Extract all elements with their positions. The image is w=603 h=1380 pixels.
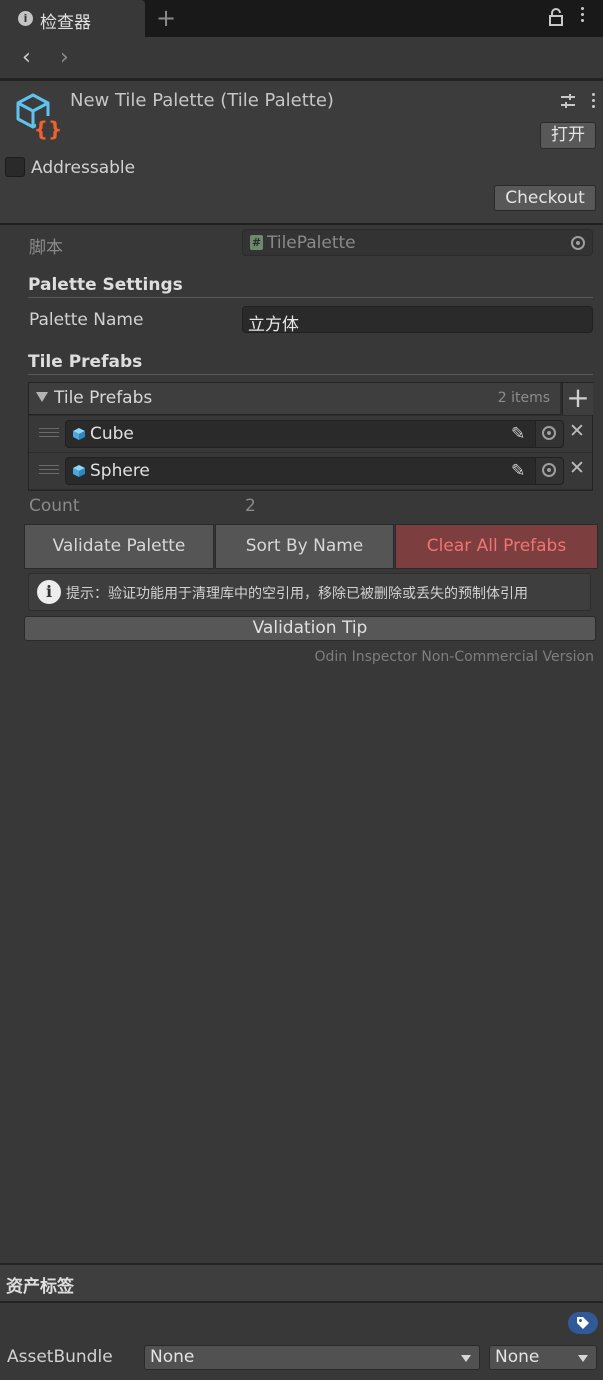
sort-by-name-button[interactable]: Sort By Name <box>215 524 394 569</box>
svg-text:{}: {} <box>34 117 62 140</box>
addressable-checkbox[interactable] <box>5 157 25 177</box>
script-label: 脚本 <box>29 238 63 258</box>
prefab-object-field[interactable]: Sphere ✎ <box>65 457 564 485</box>
list-item: Sphere ✎ ✕ <box>29 453 592 490</box>
section-divider <box>28 374 593 375</box>
tab-title: 检查器 <box>40 13 91 33</box>
object-picker-icon <box>542 463 556 477</box>
tag-icon[interactable] <box>568 1312 598 1334</box>
palette-name-value: 立方体 <box>248 315 299 335</box>
count-value: 2 <box>245 496 256 516</box>
section-divider <box>28 297 593 298</box>
prefab-object-field[interactable]: Cube ✎ <box>65 420 564 448</box>
checkout-button[interactable]: Checkout <box>494 185 596 211</box>
asset-labels-header[interactable]: 资产标签 <box>0 1263 603 1303</box>
list-count: 2 items <box>497 390 550 406</box>
palette-name-label: Palette Name <box>29 310 144 330</box>
info-icon: i <box>18 11 33 26</box>
open-button[interactable]: 打开 <box>540 122 596 149</box>
variant-dropdown[interactable]: None <box>489 1345 597 1370</box>
foldout-arrow-icon[interactable] <box>36 392 48 402</box>
remove-item-icon[interactable]: ✕ <box>569 457 585 479</box>
prefab-name: Sphere <box>90 461 150 481</box>
asset-title: New Tile Palette (Tile Palette) <box>70 90 334 111</box>
info-text: 提示：验证功能用于清理库中的空引用，移除已被删除或丢失的预制体引用 <box>66 586 528 602</box>
object-picker-icon[interactable] <box>571 236 585 250</box>
prefab-cube-icon <box>73 428 85 440</box>
script-icon: # <box>250 235 263 250</box>
assetbundle-value: None <box>150 1347 195 1367</box>
script-field[interactable]: # TilePalette <box>242 229 593 256</box>
list-header[interactable]: Tile Prefabs 2 items <box>29 383 560 415</box>
info-icon: i <box>37 580 61 604</box>
palette-name-input[interactable]: 立方体 <box>242 306 593 335</box>
object-picker-button[interactable] <box>535 421 563 447</box>
tab-inspector[interactable]: i 检查器 <box>0 0 145 37</box>
dropdown-arrow-icon <box>461 1355 471 1362</box>
addressable-label: Addressable <box>31 158 136 178</box>
header-menu-icon[interactable] <box>589 93 597 113</box>
back-button[interactable]: ‹ <box>22 45 31 70</box>
preset-settings-icon[interactable] <box>560 93 576 109</box>
inspector-header: {} New Tile Palette (Tile Palette) 打开 Ad… <box>0 81 603 223</box>
edit-pencil-icon[interactable]: ✎ <box>511 461 525 481</box>
divider <box>0 223 603 225</box>
assetbundle-dropdown[interactable]: None <box>144 1345 480 1370</box>
tab-bar: i 检查器 + <box>0 0 603 37</box>
clear-all-prefabs-button[interactable]: Clear All Prefabs <box>395 524 598 569</box>
object-picker-button[interactable] <box>535 458 563 484</box>
remove-item-icon[interactable]: ✕ <box>569 420 585 442</box>
forward-button[interactable]: › <box>60 45 69 70</box>
list-title: Tile Prefabs <box>54 388 153 408</box>
asset-labels-title: 资产标签 <box>6 1277 74 1297</box>
tile-palette-asset-icon: {} <box>16 93 62 140</box>
odin-notice: Odin Inspector Non-Commercial Version <box>314 649 594 665</box>
add-item-button[interactable]: + <box>562 383 593 415</box>
tile-prefabs-title: Tile Prefabs <box>28 352 143 372</box>
script-value: TilePalette <box>267 233 356 253</box>
drag-handle-icon[interactable] <box>39 465 59 477</box>
dropdown-arrow-icon <box>578 1355 588 1362</box>
info-box: i 提示：验证功能用于清理库中的空引用，移除已被删除或丢失的预制体引用 <box>28 573 591 611</box>
edit-pencil-icon[interactable]: ✎ <box>511 424 525 444</box>
palette-settings-title: Palette Settings <box>28 275 183 295</box>
tile-prefabs-list: Tile Prefabs 2 items + Cube ✎ ✕ Sphere ✎… <box>28 382 593 491</box>
lock-icon[interactable] <box>549 8 563 26</box>
variant-value: None <box>495 1347 540 1367</box>
history-nav: ‹ › <box>0 37 603 78</box>
prefab-name: Cube <box>90 424 134 444</box>
validation-tip-button[interactable]: Validation Tip <box>24 616 596 641</box>
count-label: Count <box>29 496 80 516</box>
object-picker-icon <box>542 426 556 440</box>
drag-handle-icon[interactable] <box>39 428 59 440</box>
prefab-cube-icon <box>73 465 85 477</box>
validate-palette-button[interactable]: Validate Palette <box>24 524 214 569</box>
list-item: Cube ✎ ✕ <box>29 416 592 453</box>
tab-menu-icon[interactable] <box>578 7 586 29</box>
assetbundle-label: AssetBundle <box>7 1347 113 1367</box>
add-tab-button[interactable]: + <box>156 4 176 32</box>
